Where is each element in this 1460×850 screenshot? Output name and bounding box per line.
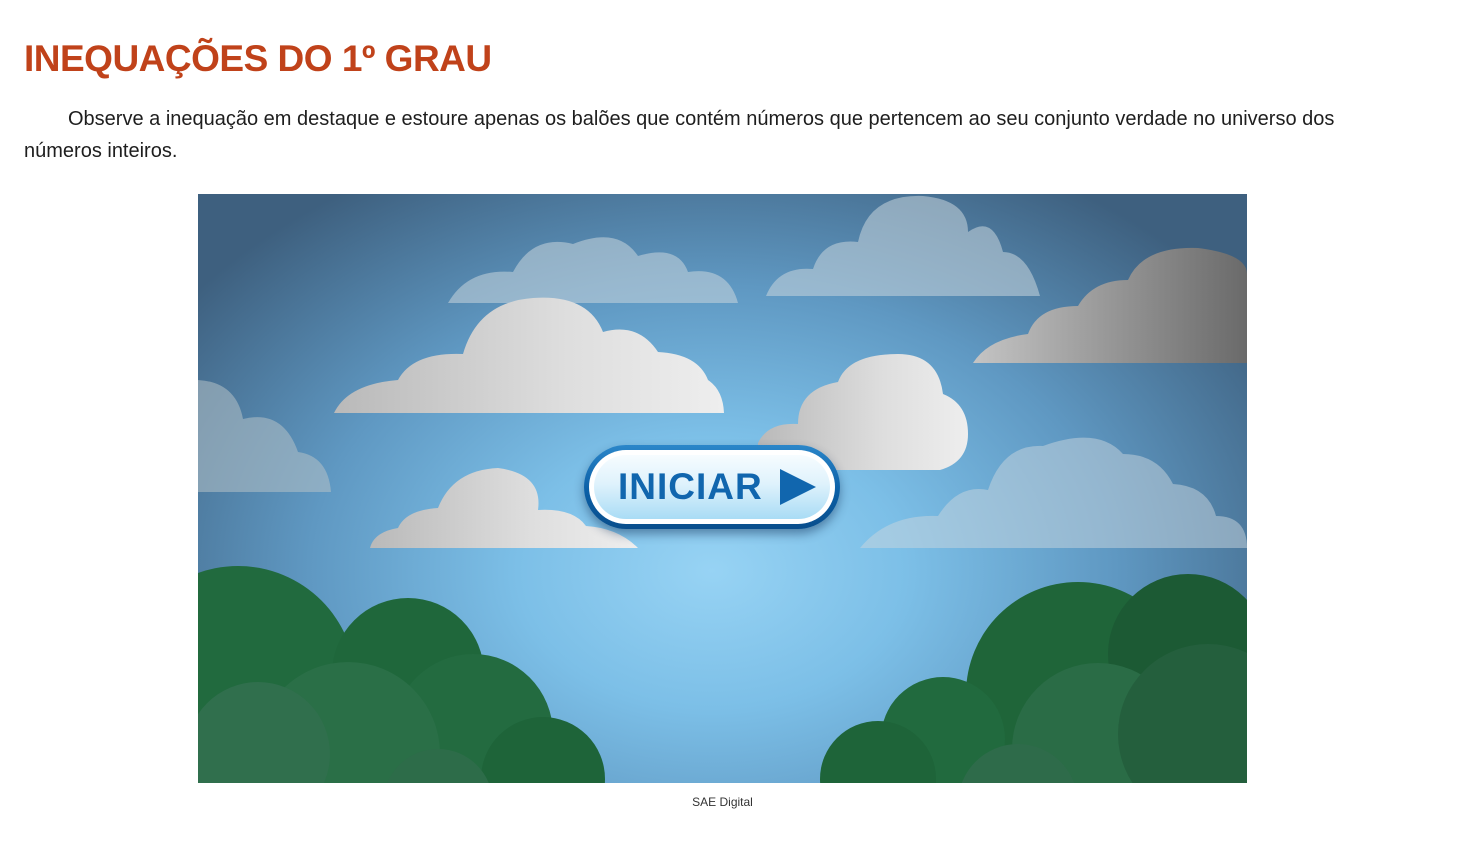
page-title: INEQUAÇÕES DO 1º GRAU	[24, 38, 492, 79]
bushes-right	[820, 574, 1247, 783]
bushes-left	[198, 566, 605, 783]
instructions-text: Observe a inequação em destaque e estour…	[24, 108, 1335, 162]
start-button[interactable]: INICIAR	[584, 445, 840, 529]
game-stage[interactable]: INICIAR	[198, 194, 1247, 783]
image-caption: SAE Digital	[692, 795, 753, 809]
back-cloud-top-left	[448, 237, 738, 303]
start-button-label: INICIAR	[618, 466, 763, 507]
back-cloud-top-right	[766, 195, 1040, 296]
cloud-upper-left	[334, 297, 724, 413]
play-icon	[780, 469, 816, 505]
back-cloud-left	[198, 380, 331, 492]
